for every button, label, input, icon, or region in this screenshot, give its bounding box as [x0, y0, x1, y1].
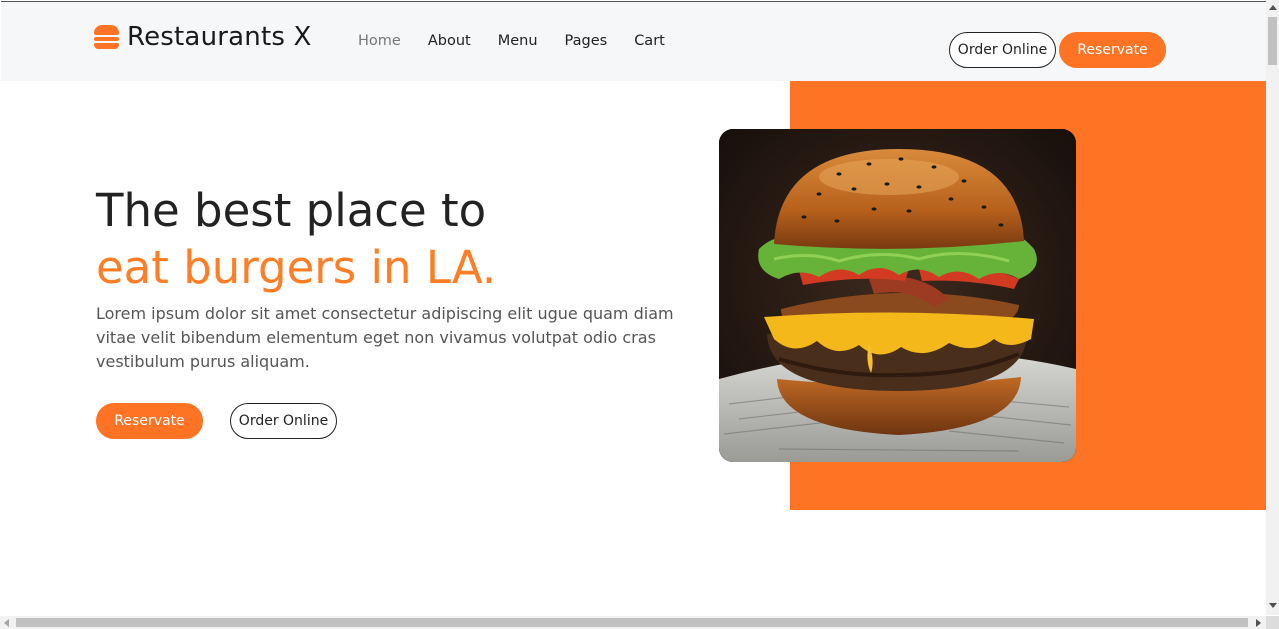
hero-title-line2: eat burgers in LA.	[96, 241, 497, 294]
hero-order-online-button[interactable]: Order Online	[230, 403, 337, 439]
header-reservate-button[interactable]: Reservate	[1059, 32, 1166, 68]
nav-item-home[interactable]: Home	[358, 33, 401, 49]
nav-item-cart[interactable]: Cart	[634, 33, 665, 49]
vertical-scroll-thumb[interactable]	[1268, 17, 1277, 65]
main-nav: Home About Menu Pages Cart	[358, 33, 692, 49]
hero-description: Lorem ipsum dolor sit amet consectetur a…	[96, 304, 674, 371]
nav-item-pages[interactable]: Pages	[565, 33, 608, 49]
scroll-right-icon[interactable]	[1256, 619, 1261, 627]
scroll-left-icon[interactable]	[4, 619, 9, 627]
burger-icon	[94, 25, 119, 49]
horizontal-scrollbar[interactable]	[0, 616, 1266, 629]
page-viewport: Restaurants X Home About Menu Pages Cart…	[1, 1, 1266, 616]
nav-item-about[interactable]: About	[428, 33, 471, 49]
brand-logo[interactable]: Restaurants X	[94, 22, 312, 52]
hero-reservate-button[interactable]: Reservate	[96, 403, 203, 439]
site-header: Restaurants X Home About Menu Pages Cart…	[1, 2, 1266, 81]
nav-item-menu[interactable]: Menu	[498, 33, 538, 49]
vertical-scrollbar[interactable]	[1266, 0, 1279, 615]
hero-title-line1: The best place to	[96, 184, 487, 237]
scrollbar-corner	[1266, 616, 1279, 629]
horizontal-scroll-thumb[interactable]	[16, 618, 1248, 627]
header-order-online-button[interactable]: Order Online	[949, 32, 1056, 68]
hero-title: The best place to eat burgers in LA.	[96, 182, 696, 296]
brand-name: Restaurants X	[127, 22, 312, 52]
burger-photo	[719, 129, 1076, 462]
scroll-up-icon[interactable]	[1269, 5, 1277, 10]
scroll-down-icon[interactable]	[1269, 603, 1277, 608]
